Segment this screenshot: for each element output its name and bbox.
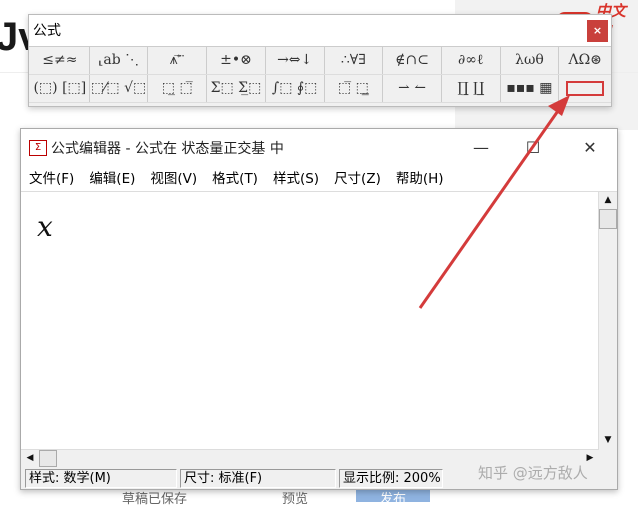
annotation-arrow (418, 95, 570, 309)
arrow-head (548, 95, 570, 116)
arrow-line (418, 107, 562, 309)
